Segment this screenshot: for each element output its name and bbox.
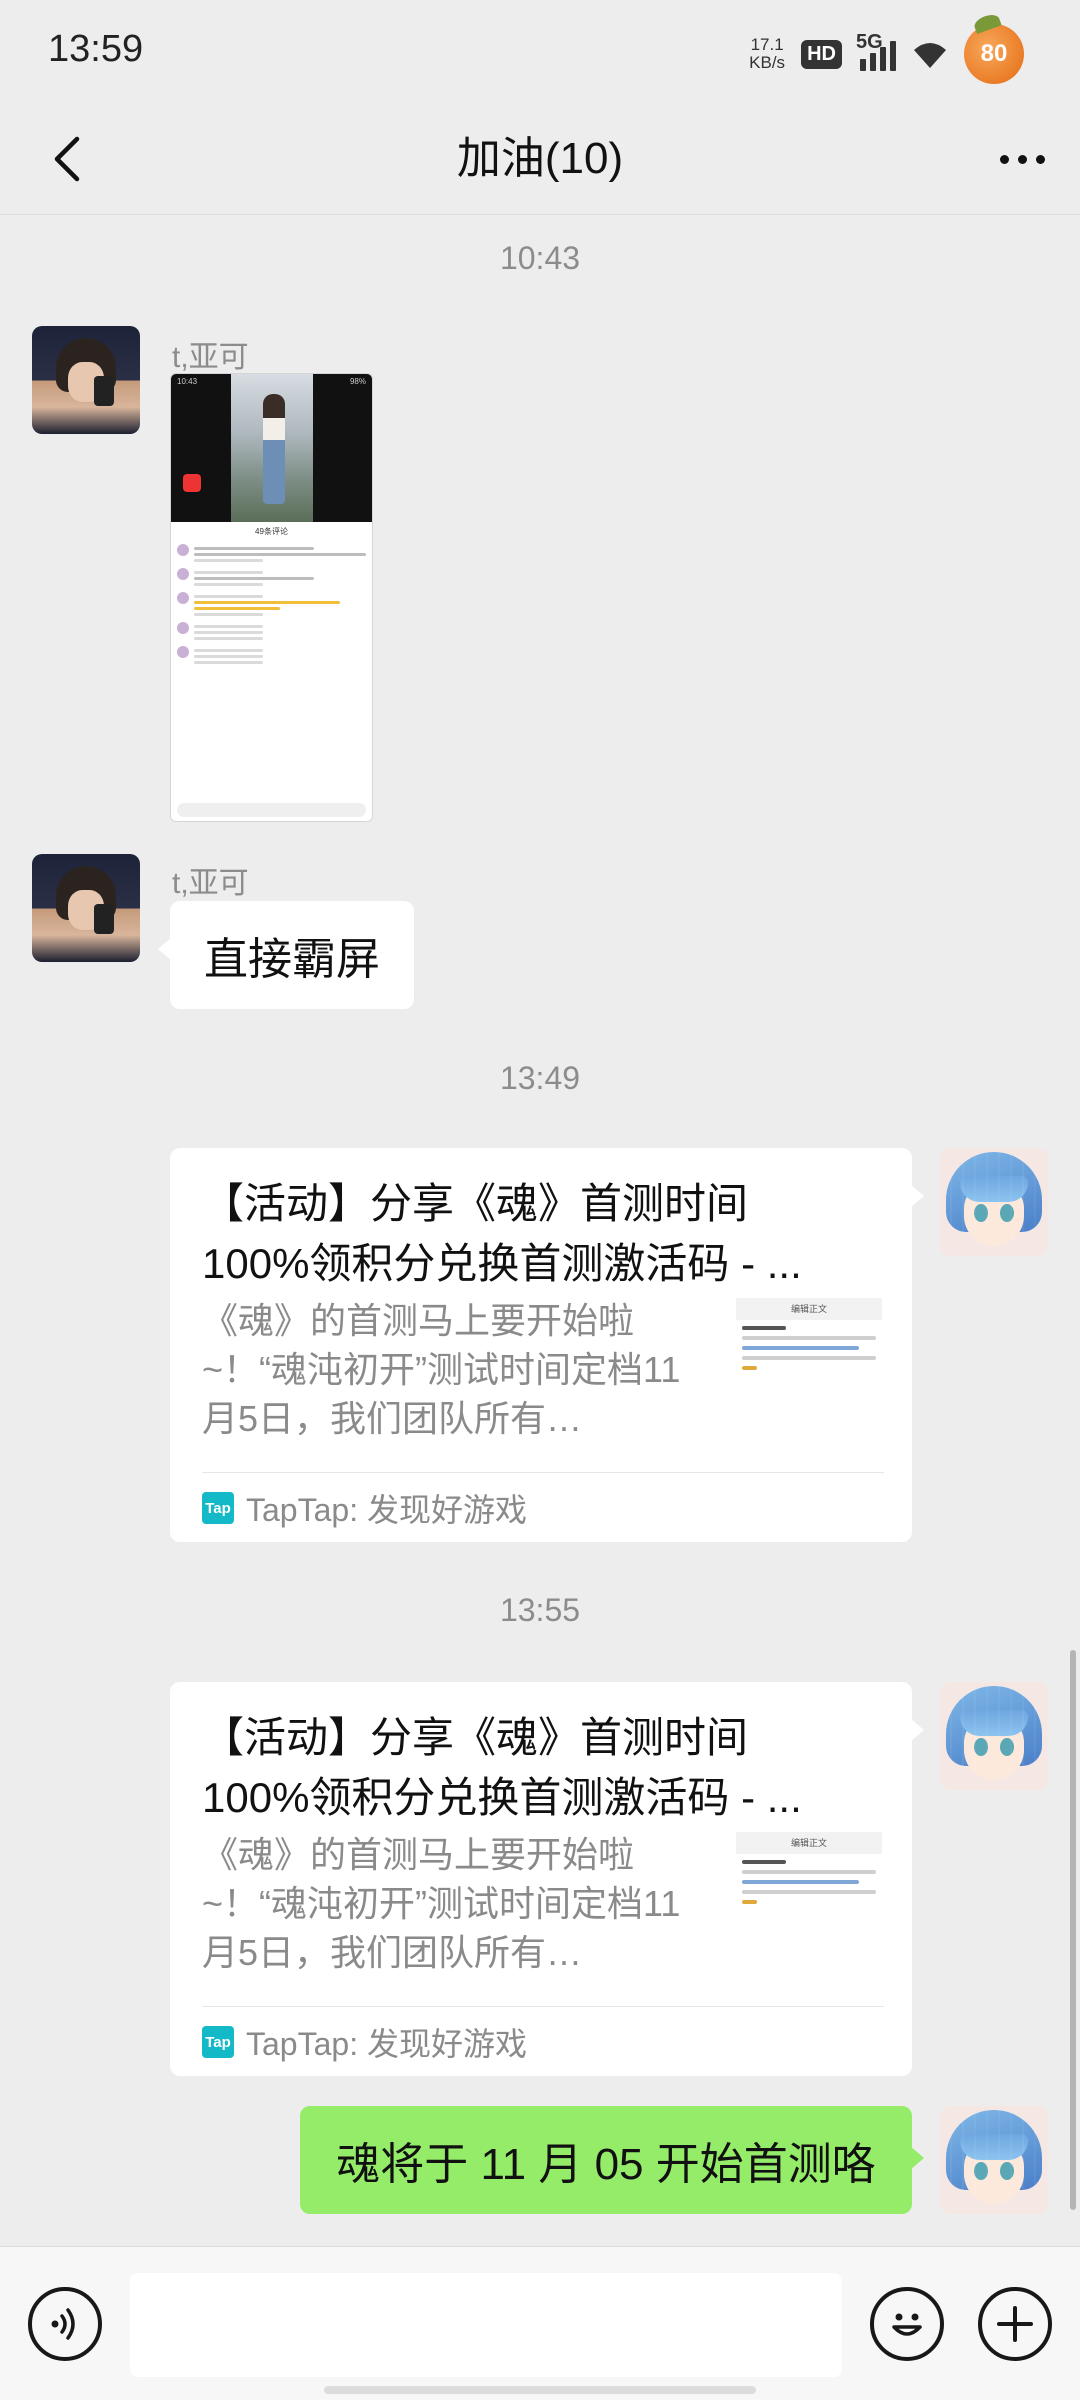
- input-bar: [0, 2246, 1080, 2400]
- avatar[interactable]: [32, 326, 140, 434]
- avatar[interactable]: [32, 854, 140, 962]
- more-dots-icon[interactable]: [990, 127, 1054, 191]
- chat-title: 加油(10): [456, 134, 624, 183]
- timestamp: 13:49: [499, 1060, 581, 1096]
- message-bubble[interactable]: 直接霸屏: [158, 901, 414, 1009]
- image-message[interactable]: 10:43 98% 49条评论: [170, 373, 373, 822]
- link-source: Tap TapTap: 发现好游戏: [202, 2022, 527, 2062]
- voice-icon[interactable]: [28, 2287, 102, 2361]
- sender-name: t,亚可: [172, 867, 249, 900]
- sender-name: t,亚可: [172, 341, 249, 374]
- avatar[interactable]: [940, 1148, 1048, 1256]
- link-card[interactable]: 【活动】分享《魂》首测时间 100%领积分兑换首测激活码 - ... 《魂》的首…: [170, 1682, 924, 2076]
- link-title: 【活动】分享《魂》首测时间 100%领积分兑换首测激活码 - ...: [202, 1714, 802, 1821]
- taptap-icon: Tap: [202, 1492, 234, 1524]
- link-thumbnail: 编辑正文: [736, 1298, 882, 1444]
- avatar[interactable]: [940, 2106, 1048, 2214]
- link-source: Tap TapTap: 发现好游戏: [202, 1488, 527, 1528]
- link-card[interactable]: 【活动】分享《魂》首测时间 100%领积分兑换首测激活码 - ... 《魂》的首…: [170, 1148, 924, 1542]
- plus-icon[interactable]: [978, 2287, 1052, 2361]
- status-icons: 17.1 KB/s HD 5G 80: [747, 24, 1024, 84]
- message-input[interactable]: [130, 2273, 842, 2377]
- status-time: 13:59: [48, 28, 144, 70]
- chat-header: 加油(10): [0, 105, 1080, 215]
- link-description: 《魂》的首测马上要开始啦~！“魂沌初开”测试时间定档11月5日，我们团队所有…: [202, 1300, 681, 1439]
- avatar[interactable]: [940, 1682, 1048, 1790]
- timestamp: 13:55: [499, 1592, 581, 1628]
- network-speed: 17.1 KB/s: [749, 35, 786, 72]
- signal-icon: 5G: [856, 31, 896, 71]
- home-indicator[interactable]: [324, 2386, 756, 2394]
- status-bar: 13:59 17.1 KB/s HD 5G 80: [0, 0, 1080, 105]
- taptap-icon: Tap: [202, 2026, 234, 2058]
- emoji-icon[interactable]: [870, 2287, 944, 2361]
- hd-icon: HD: [801, 39, 842, 69]
- battery-icon: 80: [964, 24, 1024, 84]
- link-description: 《魂》的首测马上要开始啦~！“魂沌初开”测试时间定档11月5日，我们团队所有…: [202, 1834, 681, 1973]
- wifi-icon: [910, 38, 950, 70]
- link-title: 【活动】分享《魂》首测时间 100%领积分兑换首测激活码 - ...: [202, 1180, 802, 1287]
- message-bubble[interactable]: 魂将于 11 月 05 开始首测咯: [300, 2106, 924, 2214]
- link-thumbnail: 编辑正文: [736, 1832, 882, 1978]
- scrollbar[interactable]: [1070, 1650, 1076, 2210]
- divider: [202, 2006, 884, 2007]
- timestamp: 10:43: [499, 240, 581, 276]
- divider: [202, 1472, 884, 1473]
